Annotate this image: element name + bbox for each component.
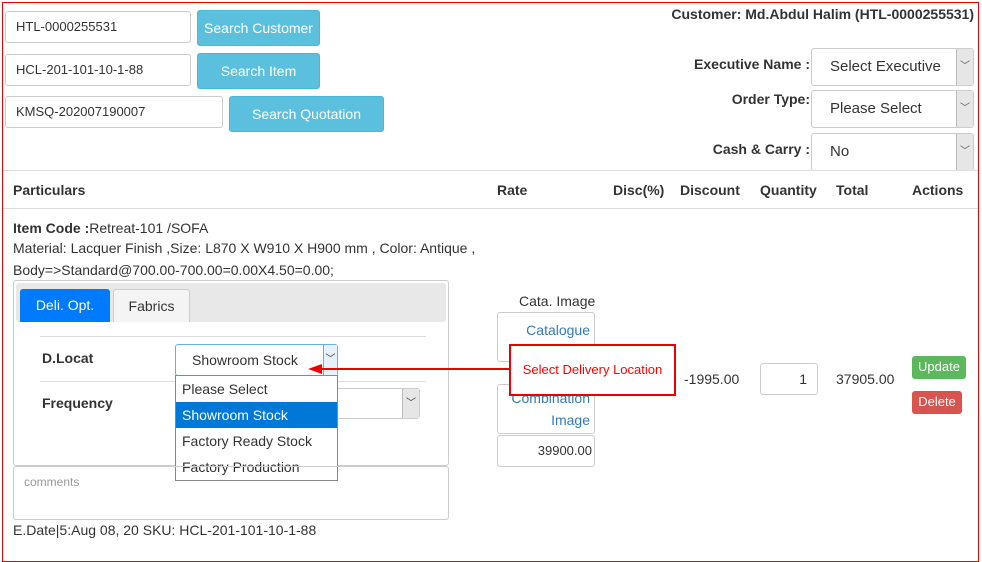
- frequency-select[interactable]: ﹀: [335, 388, 420, 419]
- tab-deli-opt[interactable]: Deli. Opt.: [20, 289, 110, 322]
- dlocat-value: Showroom Stock: [192, 352, 298, 368]
- header-total: Total: [836, 182, 869, 198]
- total-value: 37905.00: [836, 371, 895, 387]
- item-search-input[interactable]: HCL-201-101-10-1-88: [5, 54, 191, 86]
- customer-search-input[interactable]: HTL-0000255531: [5, 11, 191, 43]
- header-disc-percent: Disc(%): [613, 182, 665, 198]
- header-actions: Actions: [912, 182, 964, 198]
- frequency-label: Frequency: [42, 395, 113, 411]
- update-button[interactable]: Update: [912, 356, 966, 379]
- order-type-value: Please Select: [830, 100, 922, 117]
- search-item-button[interactable]: Search Item: [197, 53, 320, 89]
- chevron-down-icon: ﹀: [956, 91, 973, 127]
- delete-button[interactable]: Delete: [912, 391, 962, 414]
- search-customer-button[interactable]: Search Customer: [197, 10, 320, 46]
- chevron-down-icon: ﹀: [956, 49, 973, 85]
- item-material: Material: Lacquer Finish ,Size: L870 X W…: [13, 240, 476, 256]
- quotation-search-input[interactable]: KMSQ-202007190007: [5, 96, 223, 128]
- chevron-down-icon: ﹀: [402, 389, 419, 418]
- option-factory-ready-stock[interactable]: Factory Ready Stock: [176, 428, 337, 454]
- chevron-down-icon: ﹀: [956, 134, 973, 170]
- dlocat-label: D.Locat: [42, 350, 94, 366]
- executive-value: Select Executive: [830, 58, 941, 75]
- callout-arrow: [308, 364, 512, 374]
- executive-select[interactable]: Select Executive ﹀: [811, 48, 974, 86]
- rate-input[interactable]: 39900.00: [497, 435, 595, 467]
- header-quantity: Quantity: [760, 182, 817, 198]
- order-type-label: Order Type:: [731, 91, 810, 107]
- order-type-select[interactable]: Please Select ﹀: [811, 90, 974, 128]
- executive-label: Executive Name :: [694, 56, 810, 72]
- customer-label: Customer: Md.Abdul Halim (HTL-0000255531…: [671, 6, 974, 22]
- header-rate: Rate: [497, 182, 528, 198]
- cash-carry-value: No: [830, 143, 850, 160]
- item-body: Body=>Standard@700.00-700.00=0.00X4.50=0…: [13, 262, 334, 278]
- cash-carry-select[interactable]: No ﹀: [811, 133, 974, 171]
- comments-textarea[interactable]: comments: [13, 466, 449, 520]
- header-discount: Discount: [680, 182, 740, 198]
- discount-value: -1995.00: [684, 371, 740, 387]
- cash-carry-label: Cash & Carry :: [712, 141, 810, 157]
- tab-fabrics[interactable]: Fabrics: [113, 289, 190, 322]
- item-code: Item Code :Retreat-101 /SOFA: [13, 220, 209, 236]
- callout-box: Select Delivery Location: [509, 344, 676, 396]
- item-footer: E.Date|5:Aug 08, 20 SKU: HCL-201-101-10-…: [13, 522, 317, 538]
- quantity-input[interactable]: 1: [760, 363, 818, 395]
- cata-image-label: Cata. Image: [519, 293, 596, 309]
- header-particulars: Particulars: [13, 182, 86, 198]
- option-showroom-stock[interactable]: Showroom Stock: [176, 402, 337, 428]
- search-quotation-button[interactable]: Search Quotation: [229, 96, 384, 132]
